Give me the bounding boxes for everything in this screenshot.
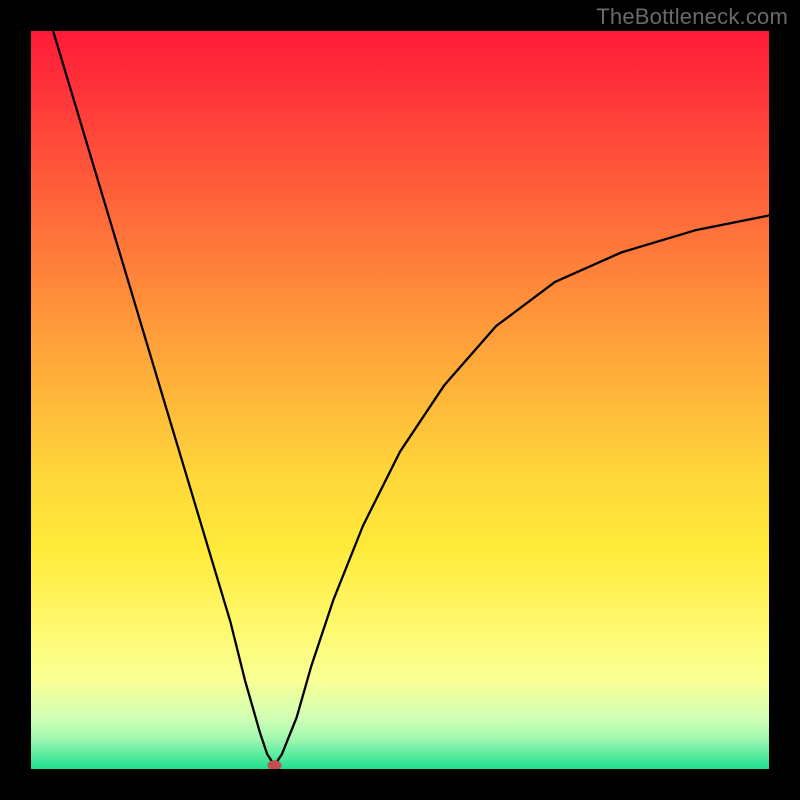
min-marker [268, 760, 282, 769]
watermark-text: TheBottleneck.com [596, 4, 788, 30]
curve-path [53, 31, 769, 765]
plot-area [31, 31, 769, 769]
chart-frame: TheBottleneck.com [0, 0, 800, 800]
bottleneck-curve [31, 31, 769, 769]
